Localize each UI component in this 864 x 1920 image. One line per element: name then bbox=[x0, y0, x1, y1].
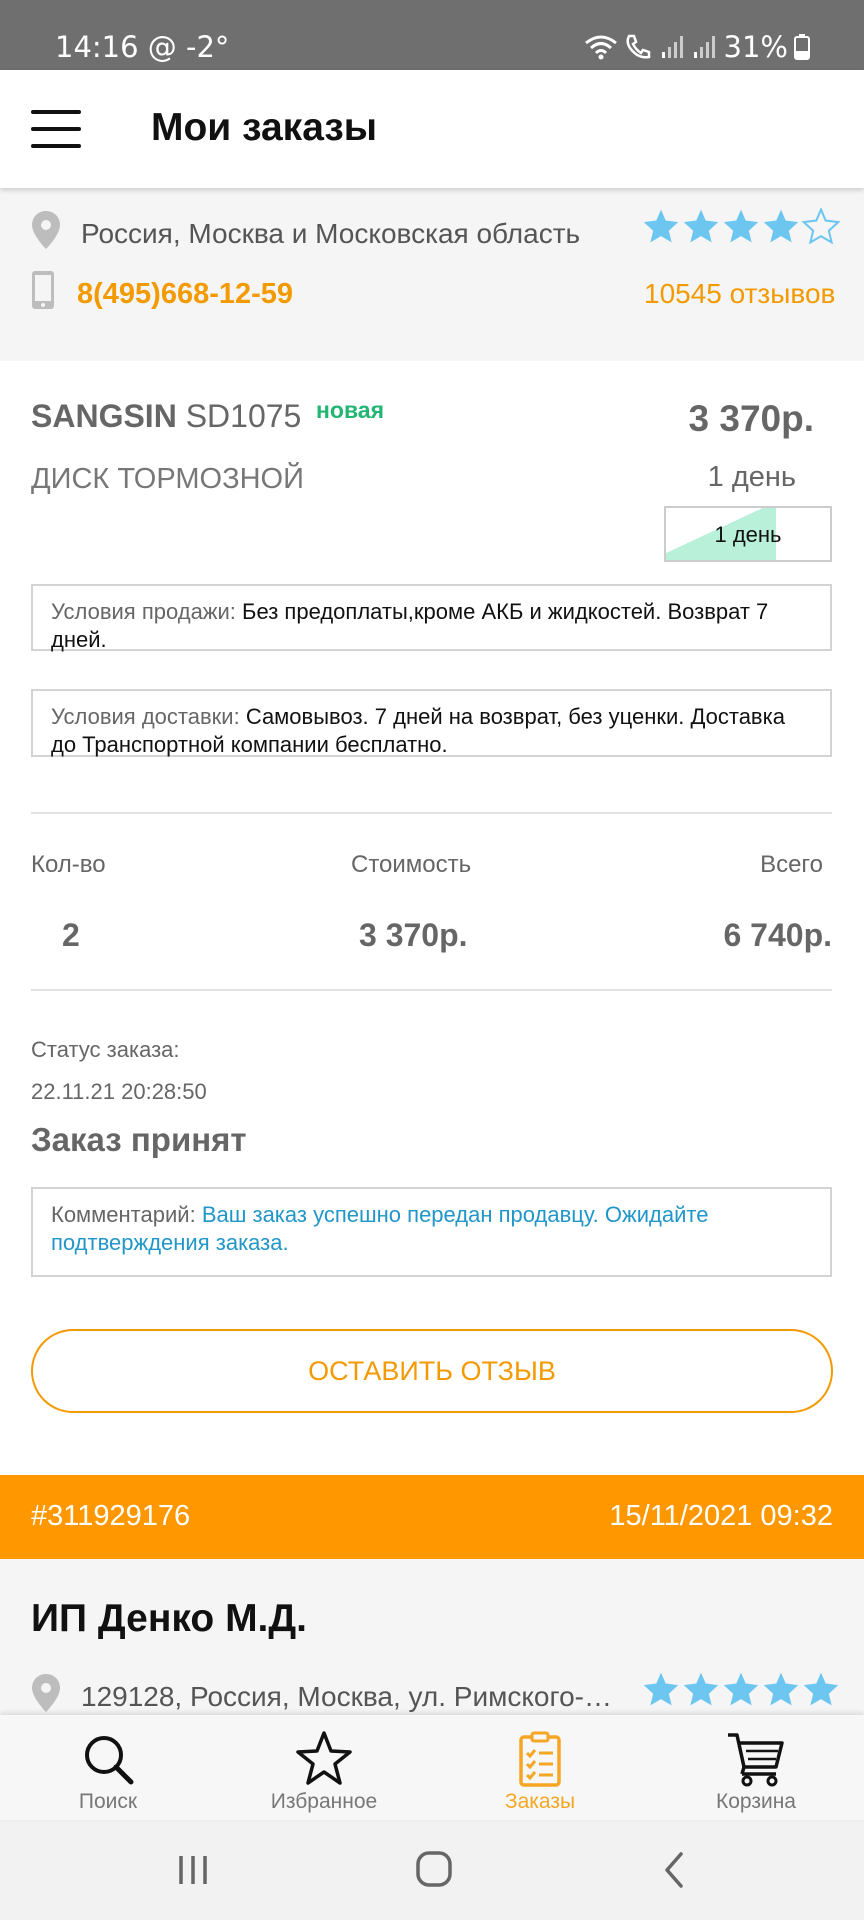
part-brand-article: SANGSIN SD1075 bbox=[31, 398, 301, 435]
status-icons: 31% bbox=[584, 30, 810, 64]
battery-icon bbox=[794, 34, 810, 60]
star-icon bbox=[296, 1731, 352, 1785]
page-title: Мои заказы bbox=[151, 106, 378, 149]
cart-icon bbox=[728, 1733, 784, 1787]
delivery-terms-box: Условия доставки: Самовывоз. 7 дней на в… bbox=[31, 689, 832, 757]
sale-terms-box: Условия продажи: Без предоплаты,кроме АК… bbox=[31, 584, 832, 652]
nav-favorites[interactable]: Избранное bbox=[216, 1715, 432, 1820]
location-pin-icon bbox=[32, 211, 60, 249]
star-filled-icon bbox=[723, 1672, 759, 1706]
status-time: 14:16 @ -2° bbox=[55, 30, 230, 64]
total-value: 6 740р. bbox=[723, 917, 832, 953]
order-header[interactable]: #311929176 15/11/2021 09:32 bbox=[0, 1475, 864, 1559]
qty-header: Кол-во bbox=[31, 851, 106, 878]
star-empty-icon bbox=[802, 208, 840, 244]
signal-icon bbox=[661, 36, 683, 58]
seller-address: Россия, Москва и Московская область bbox=[81, 218, 581, 249]
leave-review-button[interactable]: ОСТАВИТЬ ОТЗЫВ bbox=[31, 1329, 833, 1413]
divider bbox=[31, 989, 832, 991]
delivery-days: 1 день bbox=[707, 461, 796, 493]
sale-terms-label: Условия продажи: bbox=[51, 599, 236, 624]
seller-info: Россия, Москва и Московская область 8(49… bbox=[0, 188, 864, 361]
total-header: Всего bbox=[760, 851, 823, 878]
nav-cart-label: Корзина bbox=[716, 1790, 796, 1813]
star-filled-icon bbox=[683, 209, 719, 243]
star-filled-icon bbox=[643, 209, 679, 243]
seller-name: ИП Денко М.Д. bbox=[31, 1597, 308, 1640]
cost-header: Стоимость bbox=[351, 851, 472, 878]
part-price: 3 370р. bbox=[688, 398, 814, 439]
recent-apps-icon[interactable] bbox=[163, 1848, 223, 1892]
nav-search-label: Поиск bbox=[78, 1790, 138, 1813]
seller-address: 129128, Россия, Москва, ул. Римского-Кор… bbox=[81, 1681, 626, 1712]
order-card: SANGSIN SD1075 новая 3 370р. ДИСК ТОРМОЗ… bbox=[0, 361, 864, 1475]
app-bar: Мои заказы bbox=[0, 70, 864, 188]
order-number: #311929176 bbox=[31, 1500, 191, 1532]
bottom-navigation: Поиск Избранное Заказы Корзина bbox=[0, 1715, 864, 1820]
wifi-icon bbox=[584, 35, 617, 60]
nav-orders-label: Заказы bbox=[504, 1790, 576, 1813]
order-status-date: 22.11.21 20:28:50 bbox=[31, 1079, 207, 1104]
nav-favorites-label: Избранное bbox=[270, 1790, 378, 1813]
signal-icon-2 bbox=[693, 36, 715, 58]
phone-icon bbox=[32, 271, 54, 309]
star-filled-icon bbox=[643, 1672, 679, 1706]
star-filled-icon bbox=[803, 1672, 839, 1706]
system-navigation-bar bbox=[0, 1820, 864, 1920]
part-article: SD1075 bbox=[185, 398, 302, 434]
order-status: Заказ принят bbox=[31, 1121, 247, 1158]
delivery-terms-label: Условия доставки: bbox=[51, 704, 240, 729]
comment-label: Комментарий: bbox=[51, 1202, 196, 1227]
part-name: ДИСК ТОРМОЗНОЙ bbox=[31, 463, 304, 495]
home-icon[interactable] bbox=[404, 1848, 464, 1892]
cost-value: 3 370р. bbox=[359, 917, 468, 953]
nav-search[interactable]: Поиск bbox=[0, 1715, 216, 1820]
call-icon bbox=[626, 34, 650, 59]
seller-reviews-link[interactable]: 10545 отзывов bbox=[644, 278, 839, 310]
delivery-days-indicator-label: 1 день bbox=[714, 522, 782, 547]
nav-orders[interactable]: Заказы bbox=[432, 1715, 648, 1820]
seller-phone[interactable]: 8(495)668-12-59 bbox=[77, 278, 293, 311]
condition-badge: новая bbox=[316, 397, 384, 423]
status-bar: 14:16 @ -2° 31% bbox=[0, 0, 864, 70]
location-pin-icon bbox=[32, 1674, 60, 1712]
star-filled-icon bbox=[723, 209, 759, 243]
search-icon bbox=[85, 1736, 134, 1785]
seller-rating bbox=[642, 1671, 840, 1707]
orders-clipboard-icon bbox=[519, 1731, 561, 1787]
menu-icon[interactable] bbox=[31, 110, 81, 148]
battery-percent: 31% bbox=[723, 30, 788, 64]
divider bbox=[31, 812, 832, 814]
part-brand: SANGSIN bbox=[31, 398, 177, 434]
star-filled-icon bbox=[763, 209, 799, 243]
qty-value: 2 bbox=[62, 917, 80, 953]
order-datetime: 15/11/2021 09:32 bbox=[609, 1500, 833, 1532]
nav-cart[interactable]: Корзина bbox=[648, 1715, 864, 1820]
delivery-days-indicator: 1 день bbox=[664, 506, 832, 562]
order-status-label: Статус заказа: bbox=[31, 1037, 180, 1062]
star-filled-icon bbox=[763, 1672, 799, 1706]
back-icon[interactable] bbox=[645, 1848, 705, 1892]
seller-rating bbox=[642, 208, 840, 244]
next-order-seller: ИП Денко М.Д. 129128, Россия, Москва, ул… bbox=[0, 1559, 864, 1719]
star-filled-icon bbox=[683, 1672, 719, 1706]
comment-box: Комментарий: Ваш заказ успешно передан п… bbox=[31, 1187, 832, 1277]
